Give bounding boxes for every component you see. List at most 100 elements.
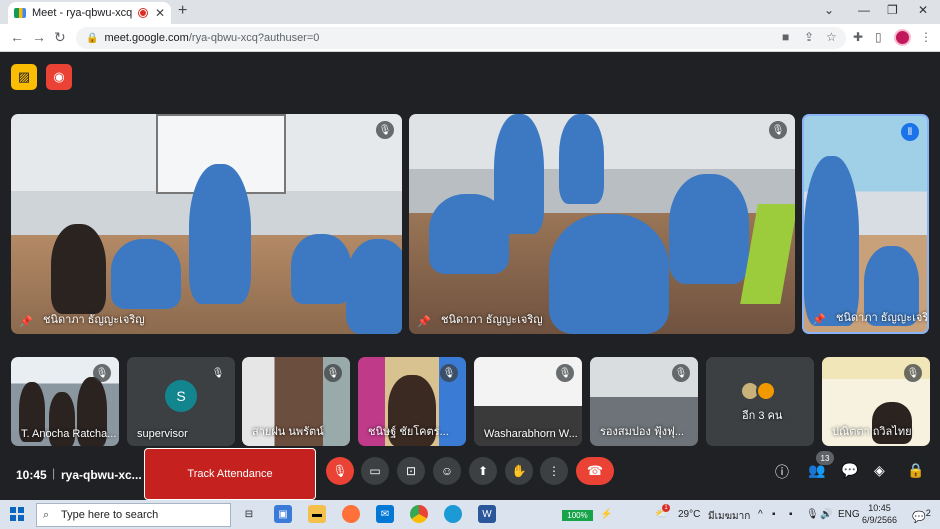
battery-plug-icon: ⚡ <box>600 509 613 520</box>
pin-icon[interactable]: 📌 <box>812 313 826 326</box>
windows-taskbar: ⌕ Type here to search ⊟ ▣ ▬ ✉ W 100% ⚡ 1… <box>0 500 940 529</box>
pin-icon[interactable]: 📌 <box>417 315 431 328</box>
search-icon: ⌕ <box>43 509 50 521</box>
recording-button[interactable]: ◉ <box>46 64 72 90</box>
mail-icon[interactable]: ✉ <box>376 505 394 523</box>
meet-favicon-icon <box>14 8 26 18</box>
teams-icon[interactable]: ▣ <box>274 505 292 523</box>
participant-tile[interactable]: 🎙 สายฝน นพรัตน์ <box>242 357 350 446</box>
end-call-icon[interactable]: ☎ <box>576 457 614 485</box>
muted-mic-icon: 🎙 <box>769 121 787 139</box>
camera-tray-icon[interactable]: ▪ <box>789 509 793 520</box>
back-icon[interactable]: ← <box>10 29 24 45</box>
meeting-time: 10:45 <box>16 468 47 482</box>
camera-in-use-icon[interactable]: ■ <box>782 30 789 44</box>
minimize-icon[interactable]: — <box>858 3 870 17</box>
task-view-icon[interactable]: ⊟ <box>240 505 258 523</box>
participant-tile[interactable]: 🎙 ชนิษฐ์ ชัยโคตร... <box>358 357 466 446</box>
edge-icon[interactable] <box>444 505 462 523</box>
chat-icon[interactable]: 💬 <box>841 462 858 479</box>
restore-icon[interactable]: ❐ <box>887 3 898 17</box>
captions-icon[interactable]: ⊡ <box>397 457 425 485</box>
person-figure <box>804 156 859 326</box>
track-attendance-button[interactable]: Track Attendance <box>144 448 316 500</box>
no-camera-status-icon[interactable]: ▨ <box>11 64 37 90</box>
weather-icon[interactable]: ⛅ <box>655 509 667 520</box>
battery-indicator: 100% <box>562 510 593 521</box>
separator: | <box>52 466 56 480</box>
participant-name: ชนิดาภา ธัญญะเจริญ <box>43 314 145 326</box>
tab-search-chevron-icon[interactable]: ⌄ <box>824 3 834 17</box>
person-figure <box>559 114 604 204</box>
info-icon[interactable]: ⓘ <box>775 462 789 482</box>
person-figure <box>291 234 351 304</box>
tab-close-icon[interactable]: ✕ <box>155 6 165 20</box>
meeting-code: rya-qbwu-xc... <box>61 468 142 482</box>
bookmark-star-icon[interactable]: ☆ <box>826 30 837 44</box>
side-panel-icon[interactable]: ▯ <box>875 30 882 44</box>
participant-name: ชนิดาภา ธัญญะเจริญ <box>441 314 543 326</box>
tab-title: Meet - rya-qbwu-xcq <box>32 7 133 19</box>
speaking-indicator-icon: ⦀ <box>901 123 919 141</box>
address-bar[interactable]: 🔒 meet.google.com/rya-qbwu-xcq?authuser=0 <box>76 27 846 49</box>
browser-tab[interactable]: Meet - rya-qbwu-xcq ✕ <box>8 2 171 24</box>
notification-icon[interactable]: 💬2 <box>912 508 931 524</box>
extensions-icon[interactable]: ✚ <box>853 30 863 44</box>
mic-toggle-icon[interactable]: 🎙 <box>326 457 354 485</box>
recording-indicator-icon <box>138 9 147 17</box>
more-participants-tile[interactable]: อีก 3 คน <box>706 357 814 446</box>
taskbar-search-box[interactable]: ⌕ Type here to search <box>36 503 231 527</box>
more-participants-label: อีก 3 คน <box>742 410 783 422</box>
clock-time: 10:45 <box>868 503 891 513</box>
tray-expand-icon[interactable]: ^ <box>758 509 763 520</box>
muted-mic-icon: 🎙 <box>209 364 227 382</box>
firefox-icon[interactable] <box>342 505 360 523</box>
chrome-icon[interactable] <box>410 505 428 523</box>
forward-icon[interactable]: → <box>32 29 46 45</box>
word-icon[interactable]: W <box>478 505 496 523</box>
participant-tile[interactable]: 🎙 ปณิตตา ถวิลไทย <box>822 357 930 446</box>
profile-avatar[interactable] <box>894 29 911 46</box>
menu-kebab-icon[interactable]: ⋮ <box>920 30 932 44</box>
video-tile-main-3[interactable]: ⦀ 📌 ชนิดาภา ธัญญะเจริ... <box>802 114 929 334</box>
person-figure <box>111 239 181 309</box>
present-screen-icon[interactable]: ⬆ <box>469 457 497 485</box>
participant-name: ชนิษฐ์ ชัยโคตร... <box>368 426 449 438</box>
participant-tile[interactable]: 🎙 Washarabhorn W... <box>474 357 582 446</box>
temperature: 29°C <box>678 509 701 520</box>
weather-text: มีเมฆมาก <box>708 511 751 522</box>
search-placeholder: Type here to search <box>61 509 159 521</box>
participant-name: รองสมปอง ฟุ้งฟุ... <box>600 426 684 438</box>
browser-tab-strip: Meet - rya-qbwu-xcq ✕ + ⌄ — ❐ ✕ <box>0 0 940 24</box>
pin-icon[interactable]: 📌 <box>19 315 33 328</box>
person-figure <box>669 174 749 284</box>
muted-mic-icon: 🎙 <box>376 121 394 139</box>
window-close-icon[interactable]: ✕ <box>918 3 928 17</box>
participant-tile[interactable]: 🎙 T. Anocha Ratcha... <box>11 357 119 446</box>
camera-toggle-icon[interactable]: ▭ <box>361 457 389 485</box>
participant-tile[interactable]: S 🎙 supervisor <box>127 357 235 446</box>
language-indicator[interactable]: ENG <box>838 509 860 520</box>
video-tile-main-2[interactable]: 🎙 📌 ชนิดาภา ธัญญะเจริญ <box>409 114 795 334</box>
people-icon[interactable]: 👥 <box>808 462 825 479</box>
participant-tile[interactable]: 🎙 รองสมปอง ฟุ้งฟุ... <box>590 357 698 446</box>
new-tab-button[interactable]: + <box>178 2 187 20</box>
participant-name: ชนิดาภา ธัญญะเจริ... <box>836 312 929 324</box>
volume-icon[interactable]: 🔊 <box>820 509 832 520</box>
emoji-reaction-icon[interactable]: ☺ <box>433 457 461 485</box>
lock-icon: 🔒 <box>86 33 99 44</box>
host-controls-icon[interactable]: 🔒 <box>907 462 924 479</box>
raise-hand-icon[interactable]: ✋ <box>505 457 533 485</box>
share-icon[interactable]: ⇪ <box>804 30 814 44</box>
reload-icon[interactable]: ↻ <box>54 29 66 46</box>
file-explorer-icon[interactable]: ▬ <box>308 505 326 523</box>
system-clock[interactable]: 10:45 6/9/2566 <box>862 502 897 526</box>
more-options-icon[interactable]: ⋮ <box>540 457 568 485</box>
meet-tray-icon[interactable]: ▪ <box>772 509 776 520</box>
windows-start-icon[interactable] <box>10 507 24 521</box>
video-tile-main-1[interactable]: 🎙 📌 ชนิดาภา ธัญญะเจริญ <box>11 114 402 334</box>
activities-icon[interactable]: ◈ <box>874 462 885 479</box>
notification-count: 2 <box>925 508 931 518</box>
mic-tray-icon[interactable]: 🎙 <box>806 509 819 520</box>
muted-mic-icon: 🎙 <box>93 364 111 382</box>
